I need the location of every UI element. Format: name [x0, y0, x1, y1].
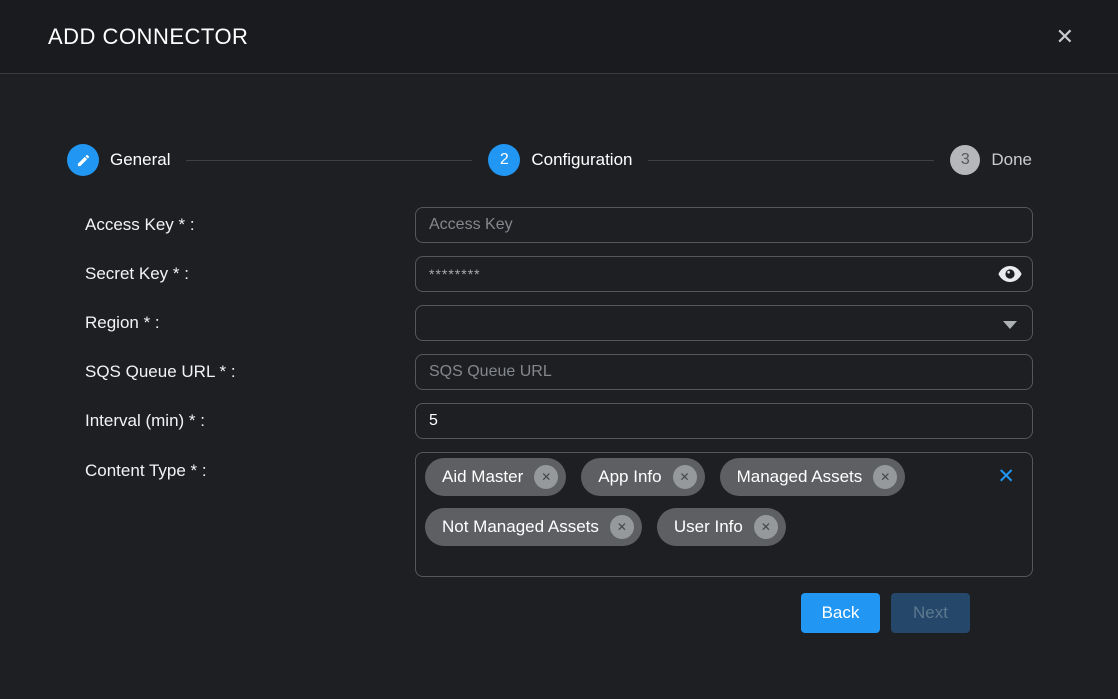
content-type-chip: Managed Assets ✕	[720, 458, 906, 496]
footer-actions: Back Next	[85, 593, 970, 633]
sqs-queue-url-row: SQS Queue URL * :	[85, 354, 1033, 390]
chip-label: Managed Assets	[737, 467, 863, 487]
close-icon[interactable]: ✕	[1056, 26, 1074, 48]
secret-key-wrap	[415, 256, 1033, 292]
eye-icon	[998, 266, 1022, 282]
clear-all-icon[interactable]: ✕	[997, 466, 1015, 487]
region-label: Region * :	[85, 313, 415, 333]
step-done: 3 Done	[950, 145, 1032, 175]
next-button[interactable]: Next	[891, 593, 970, 633]
chip-label: Aid Master	[442, 467, 523, 487]
region-row: Region * :	[85, 305, 1033, 341]
interval-row: Interval (min) * :	[85, 403, 1033, 439]
show-password-button[interactable]	[998, 265, 1022, 283]
step-general-label: General	[110, 150, 170, 170]
content-type-multiselect[interactable]: Aid Master ✕ App Info ✕ Managed Assets ✕…	[415, 452, 1033, 577]
configuration-form: Access Key * : Secret Key * : Region * :	[85, 207, 1033, 633]
access-key-field[interactable]	[415, 207, 1033, 243]
stepper-connector	[648, 160, 934, 161]
step-done-circle: 3	[950, 145, 980, 175]
interval-label: Interval (min) * :	[85, 411, 415, 431]
modal-header: ADD CONNECTOR ✕	[0, 0, 1118, 74]
access-key-row: Access Key * :	[85, 207, 1033, 243]
secret-key-field[interactable]	[415, 256, 1033, 292]
chip-label: User Info	[674, 517, 743, 537]
step-general-circle	[67, 144, 99, 176]
step-configuration-circle: 2	[488, 144, 520, 176]
interval-field[interactable]	[415, 403, 1033, 439]
content-type-chip: Not Managed Assets ✕	[425, 508, 642, 546]
stepper-connector	[186, 160, 472, 161]
chip-remove-icon[interactable]: ✕	[534, 465, 558, 489]
step-done-label: Done	[991, 150, 1032, 170]
step-configuration-label: Configuration	[531, 150, 632, 170]
modal-title: ADD CONNECTOR	[48, 24, 248, 50]
add-connector-modal: ADD CONNECTOR ✕ General 2 Configuration …	[0, 0, 1118, 633]
content-type-chip: User Info ✕	[657, 508, 786, 546]
step-general[interactable]: General	[67, 144, 170, 176]
content-type-chip: App Info ✕	[581, 458, 704, 496]
chip-remove-icon[interactable]: ✕	[754, 515, 778, 539]
sqs-queue-url-label: SQS Queue URL * :	[85, 362, 415, 382]
region-select[interactable]	[415, 305, 1033, 341]
step-configuration[interactable]: 2 Configuration	[488, 144, 632, 176]
chip-label: App Info	[598, 467, 661, 487]
content-type-row: Content Type * : Aid Master ✕ App Info ✕…	[85, 452, 1033, 577]
content-type-chip: Aid Master ✕	[425, 458, 566, 496]
chevron-down-icon	[1003, 321, 1017, 329]
chip-remove-icon[interactable]: ✕	[673, 465, 697, 489]
content-type-label: Content Type * :	[85, 452, 415, 481]
back-button[interactable]: Back	[801, 593, 880, 633]
sqs-queue-url-field[interactable]	[415, 354, 1033, 390]
secret-key-label: Secret Key * :	[85, 264, 415, 284]
wizard-stepper: General 2 Configuration 3 Done	[67, 144, 1032, 176]
pencil-icon	[76, 153, 91, 168]
secret-key-row: Secret Key * :	[85, 256, 1033, 292]
chip-remove-icon[interactable]: ✕	[873, 465, 897, 489]
chip-label: Not Managed Assets	[442, 517, 599, 537]
access-key-label: Access Key * :	[85, 215, 415, 235]
chip-remove-icon[interactable]: ✕	[610, 515, 634, 539]
